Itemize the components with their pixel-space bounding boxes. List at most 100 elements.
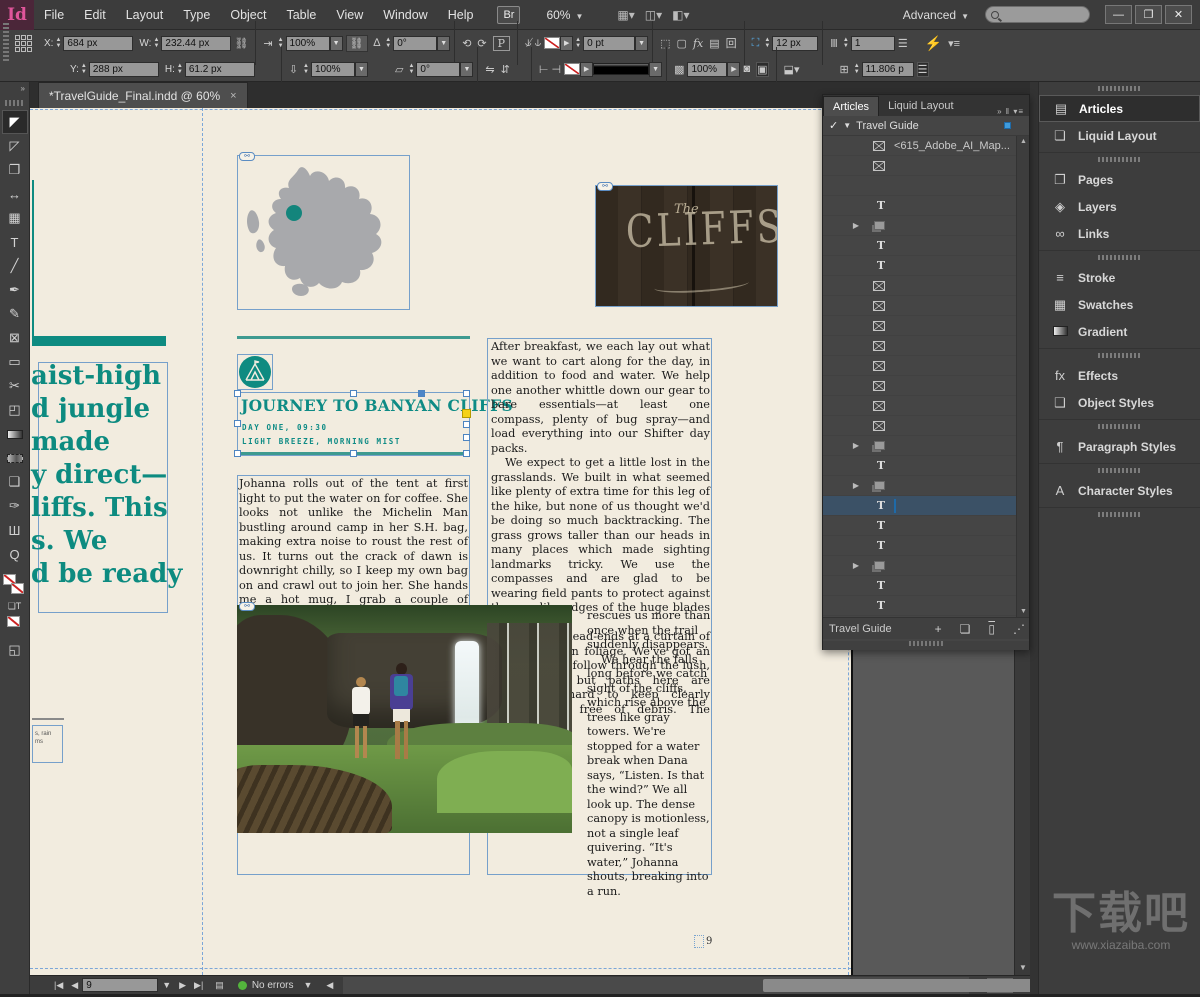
scale-y-field[interactable]: 100% xyxy=(311,62,355,77)
drop-shadow-icon[interactable]: ▢ xyxy=(677,37,687,50)
flip-h-icon[interactable]: ⇋ xyxy=(485,63,494,76)
link-badge-icon[interactable]: ⚯ xyxy=(239,602,255,611)
article-item[interactable] xyxy=(823,416,1029,436)
link-badge-icon[interactable]: ⚯ xyxy=(597,182,613,191)
dock-item-layers[interactable]: ◈Layers xyxy=(1039,193,1200,220)
scroll-down-icon[interactable]: ▼ xyxy=(1015,961,1031,975)
close-tab-icon[interactable]: × xyxy=(230,90,236,102)
article-item[interactable]: T xyxy=(823,576,1029,596)
quick-apply-icon[interactable]: ⚡ xyxy=(925,35,942,52)
list-alt-icon[interactable]: ☰ xyxy=(917,62,929,77)
chevron-down-icon[interactable]: ▼ xyxy=(355,62,368,77)
dock-item-articles[interactable]: ▤Articles xyxy=(1039,95,1200,122)
wrap-bounding-icon[interactable]: 回 xyxy=(726,35,737,51)
dock-item-pages[interactable]: ❐Pages xyxy=(1039,166,1200,193)
chevron-icon[interactable]: ▶ xyxy=(727,62,740,77)
chevron-down-icon[interactable]: ▼ xyxy=(437,36,450,51)
headline-frame[interactable]: JOURNEY TO BANYAN CLIFFS DAY ONE, 09:30 … xyxy=(237,392,470,456)
constrain-proportions-icon[interactable]: ⛓ xyxy=(234,37,248,50)
panel-drag-handle[interactable] xyxy=(1098,512,1142,517)
panel-scrollbar[interactable]: ▲ ▼ xyxy=(1016,136,1029,617)
article-checkbox[interactable]: ✓ xyxy=(829,119,838,132)
y-field[interactable]: 288 px xyxy=(89,62,159,77)
next-page-button[interactable]: ▶ xyxy=(179,980,186,991)
minimize-button[interactable]: — xyxy=(1105,5,1132,24)
horizontal-scrollbar[interactable] xyxy=(343,977,969,994)
gradient-feather-tool[interactable] xyxy=(2,446,28,470)
opacity-field[interactable]: 100% xyxy=(687,62,727,77)
panel-drag-handle[interactable] xyxy=(1098,424,1142,429)
panel-drag-handle[interactable] xyxy=(1098,86,1142,91)
reference-point-grid[interactable] xyxy=(15,35,32,52)
expand-triangle-icon[interactable]: ▶ xyxy=(823,441,859,450)
chevron-down-icon[interactable]: ▼ xyxy=(649,62,662,77)
article-item[interactable]: T xyxy=(823,456,1029,476)
close-button[interactable]: ✕ xyxy=(1165,5,1192,24)
gap-tool[interactable]: ↔ xyxy=(2,182,28,206)
menu-table[interactable]: Table xyxy=(276,0,326,30)
shear-field[interactable]: 0° xyxy=(416,62,460,77)
rectangle-tool[interactable]: ▭ xyxy=(2,350,28,374)
cliffs-title-image[interactable]: The CLIFFS xyxy=(595,185,778,307)
panel-menu-icon[interactable]: ▾≡ xyxy=(948,37,960,50)
article-item[interactable]: <615_Adobe_AI_Map... xyxy=(823,136,1029,156)
selection-handle[interactable] xyxy=(463,421,470,428)
w-field[interactable]: 232.44 px xyxy=(161,36,231,51)
pencil-tool[interactable]: ✎ xyxy=(2,302,28,326)
type-tool[interactable]: T xyxy=(2,230,28,254)
selection-handle[interactable] xyxy=(463,450,470,457)
panel-menu-icon[interactable]: ▾≡ xyxy=(1013,107,1024,116)
scroll-left-icon[interactable]: ◀ xyxy=(326,980,333,991)
rotate-ccw-icon[interactable]: ⟲ xyxy=(462,37,471,50)
gradient-swatch-tool[interactable] xyxy=(2,422,28,446)
add-selection-icon[interactable]: + xyxy=(935,622,942,636)
frame-tool[interactable]: ⊠ xyxy=(2,326,28,350)
article-item[interactable]: ▶ xyxy=(823,216,1029,236)
article-item[interactable] xyxy=(823,336,1029,356)
content-collector-tool[interactable]: ▦ xyxy=(2,206,28,230)
h-field[interactable]: 61.2 px xyxy=(185,62,255,77)
page-tool[interactable]: ❐ xyxy=(2,158,28,182)
dock-item-gradient[interactable]: Gradient xyxy=(1039,318,1200,345)
chevron-down-icon[interactable]: ▼ xyxy=(330,36,343,51)
delete-article-icon[interactable]: ▯ xyxy=(988,622,995,636)
direct-selection-tool[interactable]: ◸ xyxy=(2,134,28,158)
line-tool[interactable]: ╱ xyxy=(2,254,28,278)
workspace-switcher[interactable]: Advanced▼ xyxy=(903,8,969,22)
expand-triangle-icon[interactable]: ▶ xyxy=(823,481,859,490)
panel-drag-handle[interactable] xyxy=(1098,353,1142,358)
formatting-affects-icons[interactable]: ❏T xyxy=(2,598,28,614)
dock-item-paragraph-styles[interactable]: ¶Paragraph Styles xyxy=(1039,433,1200,460)
article-item[interactable] xyxy=(823,316,1029,336)
wrap-none-icon[interactable]: ▤ xyxy=(709,37,719,50)
selection-handle[interactable] xyxy=(234,450,241,457)
article-item[interactable]: T xyxy=(823,516,1029,536)
first-page-button[interactable]: |◀ xyxy=(54,980,63,991)
scroll-down-icon[interactable]: ▼ xyxy=(1017,608,1029,615)
article-item[interactable] xyxy=(823,276,1029,296)
flip-v-icon[interactable]: ⇵ xyxy=(501,63,510,76)
dock-item-swatches[interactable]: ▦Swatches xyxy=(1039,291,1200,318)
link-scale-icon[interactable]: ⛓ xyxy=(346,35,368,52)
chevron-down-icon[interactable]: ▼ xyxy=(304,980,313,990)
distribute-icons[interactable]: ⫝̸ ⫝ xyxy=(525,37,541,50)
fill-none-swatch[interactable] xyxy=(564,63,580,75)
expand-triangle-icon[interactable]: ▶ xyxy=(823,561,859,570)
panel-drag-handle[interactable] xyxy=(1098,468,1142,473)
selection-handle-filled[interactable] xyxy=(418,390,425,397)
selection-handle[interactable] xyxy=(234,390,241,397)
dock-item-effects[interactable]: fxEffects xyxy=(1039,362,1200,389)
menu-help[interactable]: Help xyxy=(438,0,484,30)
chevron-down-icon[interactable]: ▼ xyxy=(843,121,851,130)
camp-icon-frame[interactable] xyxy=(237,354,273,390)
article-item[interactable]: T xyxy=(823,596,1029,616)
stroke-weight-field[interactable]: 0 pt xyxy=(583,36,635,51)
pen-tool[interactable]: ✒ xyxy=(2,278,28,302)
columns-field[interactable]: 1 xyxy=(851,36,895,51)
screen-mode-button[interactable]: ◱ xyxy=(2,638,28,662)
tiny-caption-frame[interactable]: s, rainms xyxy=(32,725,63,763)
selection-handle[interactable] xyxy=(350,390,357,397)
article-item[interactable]: ▶ xyxy=(823,476,1029,496)
menu-window[interactable]: Window xyxy=(373,0,437,30)
article-item[interactable]: T xyxy=(823,496,1029,516)
